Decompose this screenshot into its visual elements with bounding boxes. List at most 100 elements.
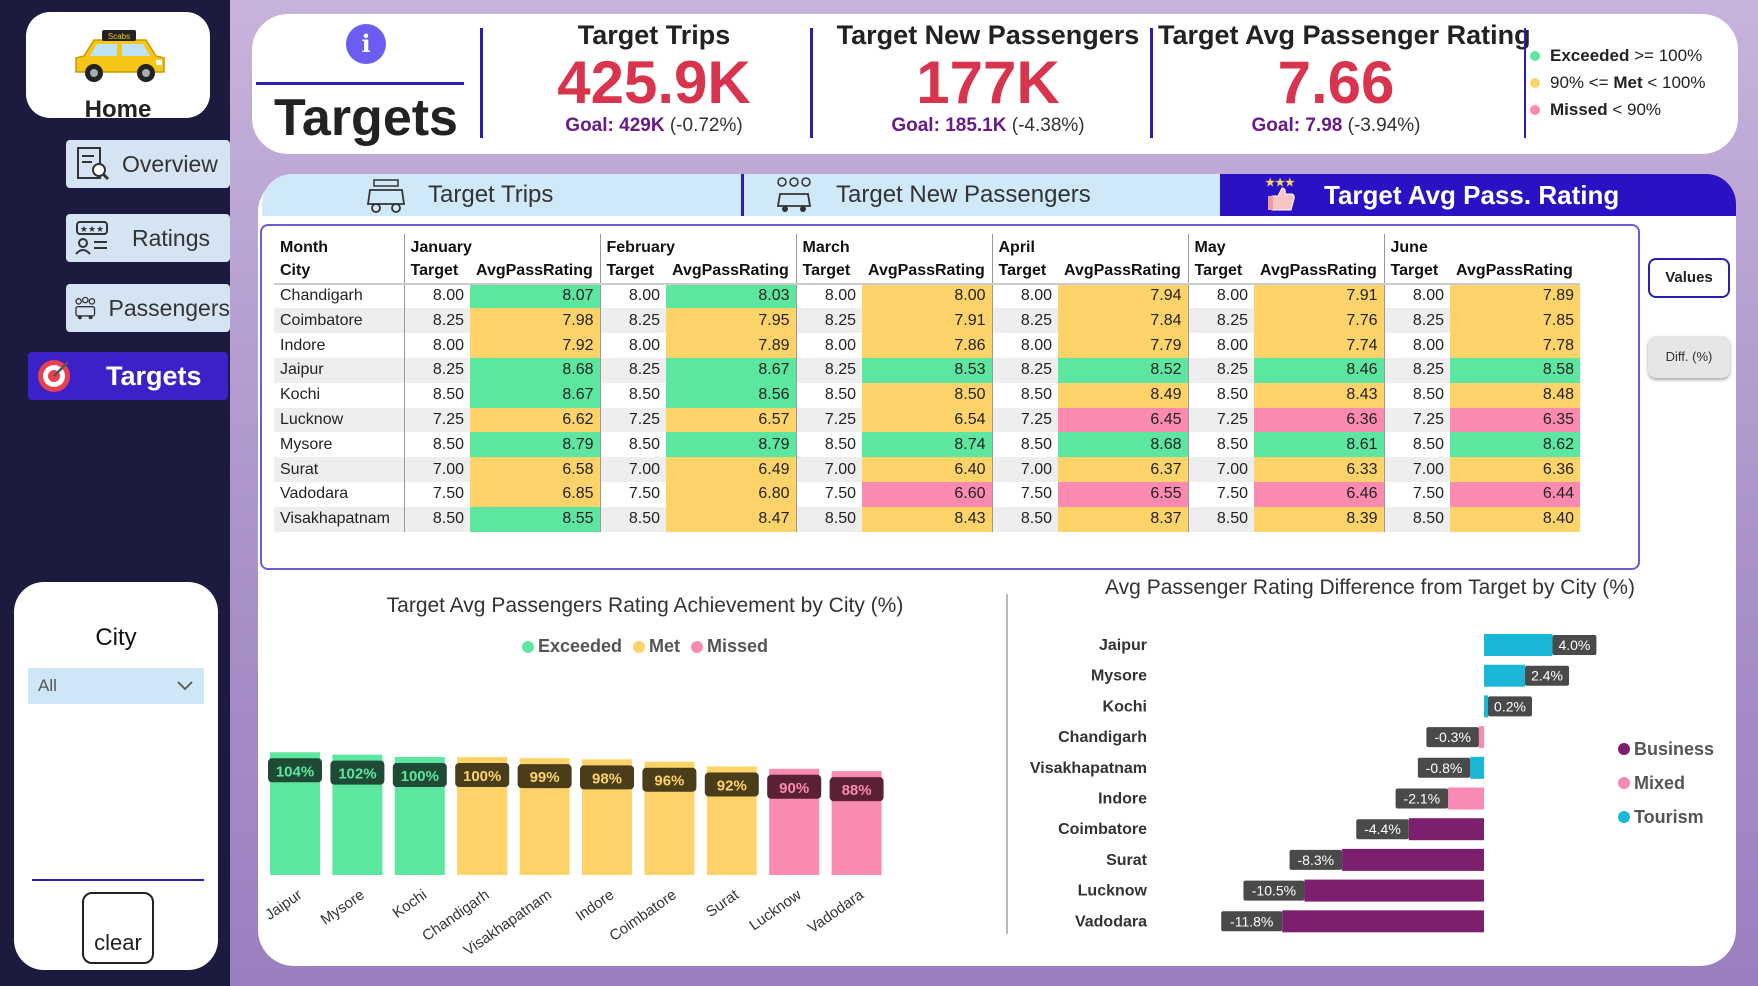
category-tick-label: Coimbatore: [1058, 821, 1147, 838]
difference-bar[interactable]: [1484, 664, 1526, 687]
city-filter-title: City: [95, 624, 137, 651]
target-col-header: Target: [599, 258, 666, 284]
data-label: 99%: [530, 769, 560, 786]
rating-cell: 7.84: [1058, 308, 1188, 334]
rating-cell: 8.43: [1254, 382, 1384, 408]
target-cell: 8.00: [403, 333, 470, 358]
filter-divider: [32, 879, 204, 881]
home-button[interactable]: Scabs Home: [26, 12, 210, 123]
tab-target-avg-pass-rating[interactable]: ★★★ Target Avg Pass. Rating: [1220, 174, 1736, 216]
category-tick-label: Mysore: [1091, 668, 1147, 685]
legend-item: Met: [649, 636, 681, 656]
kpi-divider: [1524, 28, 1526, 138]
rating-cell: 7.78: [1450, 333, 1580, 358]
target-cell: 7.00: [1187, 457, 1254, 482]
difference-bar[interactable]: [1342, 848, 1484, 871]
target-cell: 8.50: [1383, 506, 1450, 532]
nav-targets[interactable]: Targets: [28, 352, 228, 400]
table-row[interactable]: Surat 7.00 6.58 7.00 6.49 7.00 6.40 7.00 6.37 7.0…: [274, 457, 1580, 482]
table-row[interactable]: Mysore 8.50 8.79 8.50 8.79 8.50 8.74 8.50 8.68 8.…: [274, 432, 1580, 458]
difference-bar[interactable]: [1304, 879, 1484, 902]
table-row[interactable]: Indore 8.00 7.92 8.00 7.89 8.00 7.86 8.00 7.79 8.…: [274, 333, 1580, 358]
category-tick-label: Chandigarh: [1058, 729, 1147, 746]
data-label: 88%: [842, 782, 872, 799]
target-col-header: Target: [1383, 258, 1450, 284]
table-row[interactable]: Vadodara 7.50 6.85 7.50 6.80 7.50 6.60 7.50 6.55…: [274, 481, 1580, 507]
table-row[interactable]: Coimbatore 8.25 7.98 8.25 7.95 8.25 7.91 8.25 7.…: [274, 308, 1580, 334]
clear-filter-button[interactable]: clear: [82, 892, 154, 964]
tab-target-new-passengers[interactable]: Target New Passengers: [744, 174, 1220, 216]
target-cell: 8.50: [599, 382, 666, 408]
nav-targets-label: Targets: [106, 360, 202, 391]
difference-bar[interactable]: [1448, 787, 1484, 810]
table-row[interactable]: Lucknow 7.25 6.62 7.25 6.57 7.25 6.54 7.25 6.45 7…: [274, 407, 1580, 433]
difference-bar[interactable]: [1484, 695, 1488, 718]
target-cell: 8.25: [403, 357, 470, 383]
rating-cell: 8.74: [862, 432, 992, 458]
city-cell: Jaipur: [274, 357, 404, 383]
legend-tourism: Tourism: [1618, 800, 1714, 834]
rating-cell: 8.39: [1254, 506, 1384, 532]
info-icon[interactable]: i: [346, 24, 386, 64]
rating-cell: 7.74: [1254, 333, 1384, 358]
rating-col-header: AvgPassRating: [868, 261, 985, 279]
category-tick-label: Coimbatore: [606, 886, 679, 944]
table-row[interactable]: Kochi 8.50 8.67 8.50 8.56 8.50 8.50 8.50 8.49 8.5…: [274, 382, 1580, 408]
target-cell: 7.00: [403, 457, 470, 482]
target-col-header: Target: [403, 258, 470, 284]
table-row[interactable]: Visakhapatnam 8.50 8.55 8.50 8.47 8.50 8.43 8.5…: [274, 506, 1580, 532]
rating-col-header: AvgPassRating: [1456, 261, 1573, 279]
city-type-legend: Business Mixed Tourism: [1618, 732, 1714, 834]
difference-bar[interactable]: [1484, 634, 1553, 656]
table-row[interactable]: Jaipur 8.25 8.68 8.25 8.67 8.25 8.53 8.25 8.52 8.…: [274, 357, 1580, 383]
rating-cell: 6.46: [1254, 481, 1384, 507]
category-tick-label: Jaipur: [1099, 637, 1147, 654]
taxi-logo-icon: Scabs: [75, 30, 165, 82]
target-cell: 7.50: [403, 481, 470, 507]
category-tick-label: Indore: [1098, 791, 1147, 808]
sidebar: Scabs Home Overview ★★★ Ratings Passenge…: [0, 0, 230, 986]
target-cell: 8.00: [1187, 283, 1254, 309]
target-cell: 8.00: [795, 333, 862, 358]
nav-ratings[interactable]: ★★★ Ratings: [66, 214, 230, 262]
target-cell: 8.00: [1383, 333, 1450, 358]
difference-bar[interactable]: [1282, 910, 1484, 933]
rating-cell: 7.89: [666, 333, 796, 358]
kpi-goal: Goal: 185.1K (-4.38%): [891, 115, 1085, 136]
data-label: -10.5%: [1252, 883, 1296, 899]
kpi-title: Target New Passengers: [836, 20, 1140, 50]
month-header: June: [1383, 234, 1580, 259]
tab-label: Target Avg Pass. Rating: [1324, 179, 1620, 210]
rating-cell: 6.60: [862, 481, 992, 507]
difference-bar[interactable]: [1408, 818, 1484, 841]
difference-bar[interactable]: [1478, 726, 1484, 749]
title-underline: [256, 82, 464, 85]
rating-cell: 6.35: [1450, 407, 1580, 433]
target-cell: 7.25: [795, 407, 862, 433]
rating-cell: 8.37: [1058, 506, 1188, 532]
rating-cell: 6.85: [470, 481, 600, 507]
target-cell: 8.00: [403, 283, 470, 309]
rating-cell: 7.79: [1058, 333, 1188, 358]
city-dropdown[interactable]: All: [28, 668, 204, 704]
difference-bar[interactable]: [1470, 756, 1484, 779]
target-cell: 7.00: [599, 457, 666, 482]
rating-cell: 6.62: [470, 407, 600, 433]
diff-percent-button[interactable]: Diff. (%): [1648, 336, 1730, 378]
target-cell: 7.50: [991, 481, 1058, 507]
rating-cell: 8.40: [1450, 506, 1580, 532]
nav-overview[interactable]: Overview: [66, 140, 230, 188]
tab-target-trips[interactable]: Target Trips: [262, 174, 744, 216]
nav-passengers[interactable]: Passengers: [66, 284, 230, 332]
rating-cell: 7.95: [666, 308, 796, 334]
data-label: 100%: [401, 768, 439, 785]
values-button[interactable]: Values: [1648, 258, 1730, 298]
table-row[interactable]: Chandigarh 8.00 8.07 8.00 8.03 8.00 8.00 8.00 7.…: [274, 283, 1580, 309]
rating-cell: 8.03: [666, 283, 796, 309]
rating-cell: 8.55: [470, 506, 600, 532]
kpi-value: 425.9K: [557, 49, 751, 116]
kpi-target-trips: Target Trips 425.9K Goal: 429K (-0.72%): [496, 20, 812, 137]
rating-cell: 8.62: [1450, 432, 1580, 458]
data-label: -4.4%: [1364, 821, 1401, 837]
data-label: 90%: [779, 780, 809, 797]
